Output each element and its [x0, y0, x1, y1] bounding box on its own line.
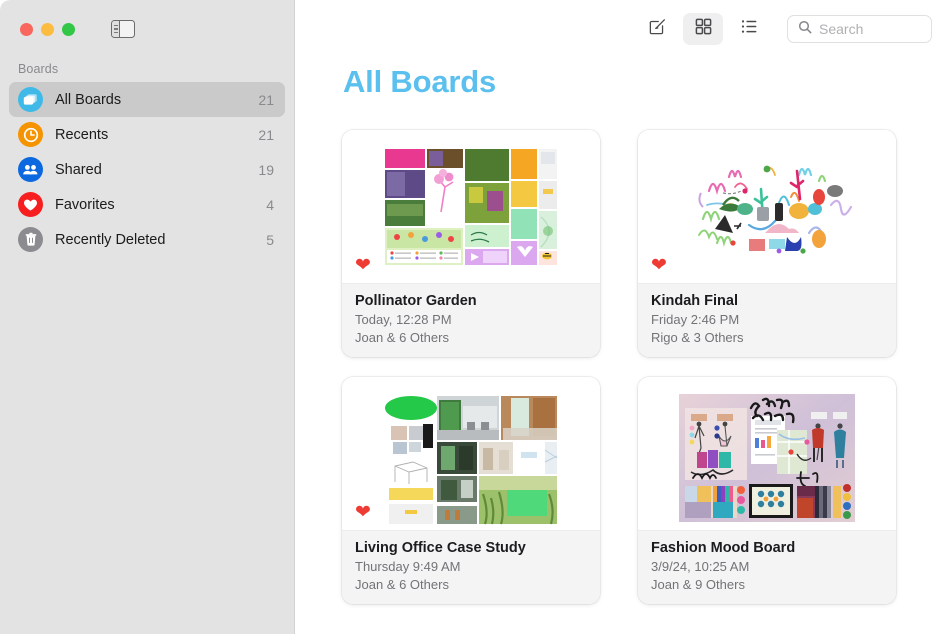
- sidebar-item-count: 19: [258, 161, 274, 178]
- sidebar-toggle-icon[interactable]: [111, 20, 135, 38]
- sidebar-item-recently-deleted[interactable]: Recently Deleted 5: [9, 222, 285, 257]
- list-view-button[interactable]: [729, 13, 769, 45]
- minimize-button-icon[interactable]: [41, 22, 54, 36]
- list-view-icon: [740, 17, 759, 41]
- board-card[interactable]: Fashion Mood Board 3/9/24, 10:25 AM Joan…: [638, 377, 896, 605]
- board-info: Kindah Final Friday 2:46 PM Rigo & 3 Oth…: [638, 283, 896, 358]
- window-titlebar: [0, 0, 294, 58]
- search-icon: [798, 20, 812, 39]
- board-info: Pollinator Garden Today, 12:28 PM Joan &…: [342, 283, 600, 358]
- compose-icon: [648, 17, 667, 41]
- sidebar-item-all-boards[interactable]: All Boards 21: [9, 82, 285, 117]
- sidebar-item-label: Recents: [55, 126, 109, 143]
- pollinator-garden-thumbnail: [383, 146, 559, 267]
- sidebar-item-label: Shared: [55, 161, 102, 178]
- close-button-icon[interactable]: [20, 22, 33, 36]
- toolbar: Search: [295, 0, 932, 58]
- board-participants: Rigo & 3 Others: [651, 329, 744, 345]
- zoom-button-icon[interactable]: [62, 22, 75, 36]
- sidebar-item-label: All Boards: [55, 91, 122, 108]
- board-participants: Joan & 9 Others: [651, 576, 745, 592]
- heart-icon: [18, 192, 43, 217]
- sidebar-item-label: Recently Deleted: [55, 231, 166, 248]
- board-thumbnail: ❤: [342, 377, 600, 531]
- sidebar-item-count: 21: [258, 126, 274, 143]
- traffic-light-controls: [20, 22, 75, 36]
- sidebar-item-count: 5: [266, 231, 274, 248]
- board-card[interactable]: ❤ Kindah Final Friday 2:46 PM Rigo & 3 O…: [638, 130, 896, 358]
- sidebar-item-count: 21: [258, 91, 274, 108]
- app-window: Boards All Boards 21 Recents 21 Shared 1…: [0, 0, 932, 634]
- clock-icon: [18, 122, 43, 147]
- board-info: Fashion Mood Board 3/9/24, 10:25 AM Joan…: [638, 530, 896, 605]
- boards-icon: [18, 87, 43, 112]
- board-title: Living Office Case Study: [355, 540, 526, 557]
- board-participants: Joan & 6 Others: [355, 329, 449, 345]
- board-thumbnail: [638, 377, 896, 531]
- search-field[interactable]: Search: [787, 15, 932, 43]
- search-placeholder: Search: [819, 21, 864, 37]
- favorite-heart-icon[interactable]: ❤: [355, 256, 371, 275]
- sidebar-section-label: Boards: [18, 62, 59, 76]
- sidebar: Boards All Boards 21 Recents 21 Shared 1…: [0, 0, 295, 634]
- kindah-final-thumbnail: [679, 146, 855, 267]
- living-office-thumbnail: [383, 393, 559, 526]
- board-date: 3/9/24, 10:25 AM: [651, 559, 750, 575]
- sidebar-item-favorites[interactable]: Favorites 4: [9, 187, 285, 222]
- board-date: Today, 12:28 PM: [355, 312, 452, 327]
- board-participants: Joan & 6 Others: [355, 576, 449, 592]
- board-date: Friday 2:46 PM: [651, 312, 740, 327]
- grid-view-button[interactable]: [683, 13, 723, 45]
- board-date: Thursday 9:49 AM: [355, 559, 461, 575]
- board-title: Kindah Final: [651, 293, 738, 309]
- board-thumbnail: ❤: [638, 130, 896, 283]
- people-icon: [18, 157, 43, 182]
- sidebar-item-shared[interactable]: Shared 19: [9, 152, 285, 187]
- favorite-heart-icon[interactable]: ❤: [355, 503, 371, 522]
- board-info: Living Office Case Study Thursday 9:49 A…: [342, 530, 600, 605]
- boards-grid: ❤ Pollinator Garden Today, 12:28 PM Joan…: [295, 100, 932, 605]
- page-title: All Boards: [343, 64, 497, 99]
- sidebar-toggle-pane: [112, 21, 120, 37]
- favorite-heart-icon[interactable]: ❤: [651, 256, 667, 275]
- new-board-button[interactable]: [637, 13, 677, 45]
- sidebar-item-recents[interactable]: Recents 21: [9, 117, 285, 152]
- board-card[interactable]: ❤ Pollinator Garden Today, 12:28 PM Joan…: [342, 130, 600, 358]
- fashion-mood-board-thumbnail: [679, 393, 855, 522]
- sidebar-item-count: 4: [266, 196, 274, 213]
- main-content: Search All Boards ❤ Pollinator Garden To…: [295, 0, 932, 634]
- sidebar-item-label: Favorites: [55, 196, 115, 213]
- board-thumbnail: ❤: [342, 130, 600, 283]
- board-title: Fashion Mood Board: [651, 540, 796, 557]
- board-card[interactable]: ❤ Living Office Case Study Thursday 9:49…: [342, 377, 600, 605]
- board-title: Pollinator Garden: [355, 293, 477, 309]
- grid-view-icon: [694, 17, 713, 41]
- sidebar-nav-list: All Boards 21 Recents 21 Shared 19 Favor…: [0, 80, 294, 257]
- trash-icon: [18, 227, 43, 252]
